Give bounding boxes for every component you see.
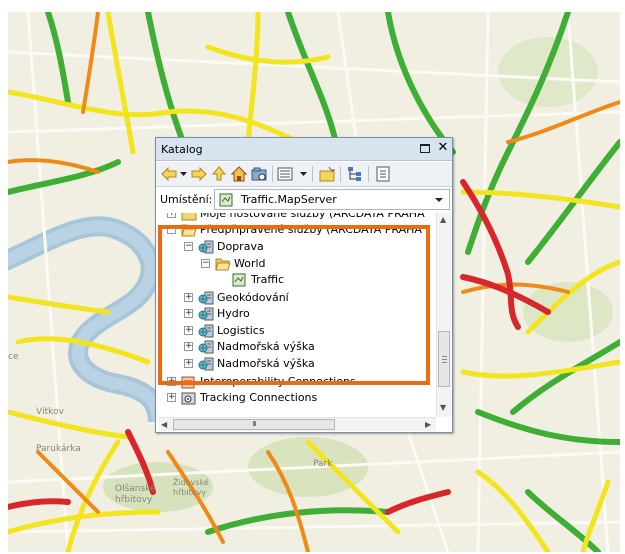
expand-icon[interactable]: +	[167, 377, 176, 386]
tree-item-label: World	[234, 257, 266, 270]
expand-icon[interactable]: +	[167, 393, 176, 402]
horizontal-scrollbar[interactable]: ◀ III ▶	[159, 417, 436, 431]
expand-icon[interactable]: +	[184, 359, 193, 368]
map-place-label: Olšanské	[115, 484, 156, 494]
tree-item[interactable]: − Předpřipravené služby (ARCDATA PRAHA	[159, 222, 436, 238]
map-place-label: Židovské	[173, 478, 209, 487]
arrow-right-icon	[191, 167, 207, 181]
catalog-tree[interactable]: + Moje hostované služby (ARCDATA PRAHA − Př…	[159, 213, 436, 417]
location-combobox[interactable]: Traffic.MapServer	[214, 189, 450, 210]
tree-item[interactable]: + Tracking Connections	[159, 390, 436, 406]
options-icon	[376, 166, 390, 182]
collapse-icon[interactable]: −	[201, 259, 210, 268]
back-dropdown-button[interactable]	[178, 165, 188, 183]
window-title: Katalog	[161, 143, 203, 156]
chevron-down-icon[interactable]	[435, 198, 443, 202]
tree-item-label: Tracking Connections	[200, 391, 318, 404]
new-folder-icon	[319, 166, 335, 182]
map-place-label: ce	[8, 352, 19, 362]
map-place-label: Vítkov	[36, 407, 64, 417]
map-place-label: Parukárka	[36, 444, 81, 454]
tree-item[interactable]: + Logistics	[159, 323, 436, 339]
scroll-left-icon[interactable]: ◀	[161, 420, 167, 429]
options-button[interactable]	[374, 165, 392, 183]
map-place-label: Park	[313, 459, 333, 469]
tree-item[interactable]: − Doprava	[159, 239, 436, 255]
collapse-icon[interactable]: −	[167, 225, 176, 234]
forward-button[interactable]	[190, 165, 208, 183]
vertical-scrollbar[interactable]: ▲ ▼	[436, 213, 451, 417]
expand-icon[interactable]: +	[184, 326, 193, 335]
expand-icon[interactable]: +	[167, 213, 176, 218]
home-button[interactable]	[230, 165, 248, 183]
tree-item[interactable]: + Nadmořská výška	[159, 339, 436, 355]
caret-down-icon	[179, 172, 187, 176]
catalog-window[interactable]: Katalog ✕ Umístění: Traffic.MapServer + …	[155, 137, 453, 433]
tree-view-icon	[348, 167, 361, 181]
tree-item[interactable]: − World	[159, 256, 436, 272]
toolbar	[156, 162, 452, 187]
view-list-icon	[277, 167, 293, 181]
tracking-icon	[181, 391, 197, 410]
map-place-label: hřbitovy	[173, 488, 207, 497]
location-label: Umístění:	[160, 193, 213, 206]
view-dropdown-button[interactable]	[298, 165, 308, 183]
tree-item-label: Předpřipravené služby (ARCDATA PRAHA	[200, 223, 422, 236]
arrow-left-icon	[161, 167, 177, 181]
caret-down-icon	[299, 172, 307, 176]
scroll-down-icon[interactable]: ▼	[440, 403, 446, 412]
tree-item-label: Moje hostované služby (ARCDATA PRAHA	[200, 213, 425, 220]
connect-folder-button[interactable]	[250, 165, 268, 183]
tree-item-label: Logistics	[217, 324, 265, 337]
collapse-icon[interactable]: −	[184, 242, 193, 251]
location-value: Traffic.MapServer	[241, 193, 337, 206]
tree-item[interactable]: + Nadmořská výška	[159, 356, 436, 372]
expand-icon[interactable]: +	[184, 309, 193, 318]
location-row: Umístění: Traffic.MapServer	[156, 188, 452, 211]
tree-item[interactable]: + Moje hostované služby (ARCDATA PRAHA	[159, 213, 436, 222]
tree-item[interactable]: Traffic	[159, 272, 436, 288]
tree-item[interactable]: + Interoperability Connections	[159, 374, 436, 390]
expand-icon[interactable]: +	[184, 342, 193, 351]
tree-item-label: Hydro	[217, 307, 250, 320]
back-button[interactable]	[160, 165, 178, 183]
tree-item-label: Nadmořská výška	[217, 340, 315, 353]
close-button[interactable]: ✕	[436, 140, 450, 156]
up-level-button[interactable]	[210, 165, 228, 183]
tree-item-label: Geokódování	[217, 291, 289, 304]
expand-icon[interactable]: +	[184, 293, 193, 302]
vertical-scroll-thumb[interactable]	[438, 331, 450, 387]
up-folder-icon	[211, 166, 227, 181]
tree-toggle-button[interactable]	[346, 165, 364, 183]
restore-button[interactable]	[420, 144, 430, 153]
title-bar[interactable]: Katalog ✕	[156, 138, 452, 161]
scroll-right-icon[interactable]: ▶	[425, 420, 431, 429]
tree-item-label: Nadmořská výška	[217, 357, 315, 370]
scroll-up-icon[interactable]: ▲	[440, 215, 446, 224]
connect-folder-icon	[251, 167, 267, 181]
tree-item-label: Traffic	[251, 273, 285, 286]
new-item-button[interactable]	[318, 165, 336, 183]
tree-item[interactable]: + Hydro	[159, 306, 436, 322]
home-icon	[231, 166, 247, 182]
tree-item-label: Interoperability Connections	[200, 375, 356, 388]
horizontal-scroll-thumb[interactable]: III	[173, 419, 335, 430]
map-place-label: hřbitovy	[115, 495, 153, 505]
tree-item[interactable]: + Geokódování	[159, 290, 436, 306]
tree-item-label: Doprava	[217, 240, 264, 253]
view-options-button[interactable]	[276, 165, 298, 183]
map-service-icon	[219, 193, 233, 207]
